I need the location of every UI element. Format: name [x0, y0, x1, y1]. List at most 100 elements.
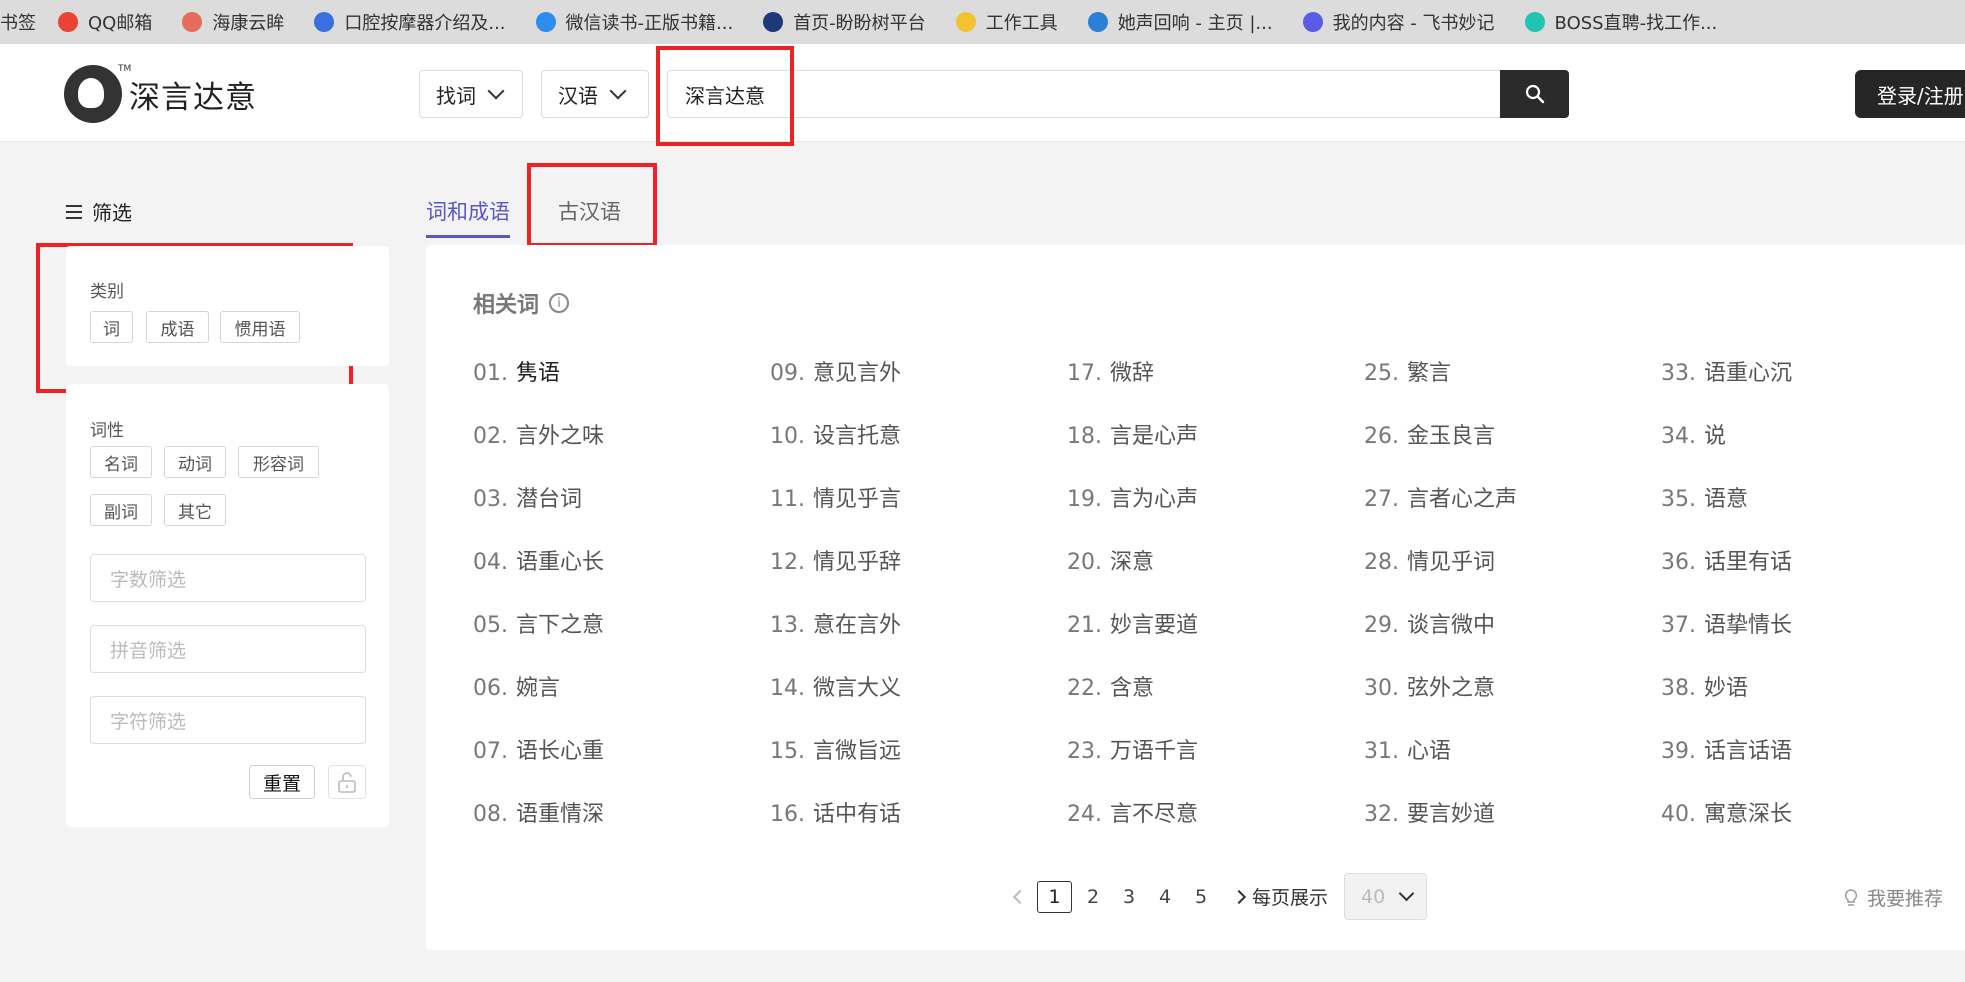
- related-word-item[interactable]: 28. 情见乎词: [1364, 544, 1495, 576]
- word-number: 40.: [1661, 802, 1696, 827]
- related-word-item[interactable]: 34. 说: [1661, 418, 1726, 450]
- related-word-item[interactable]: 01. 隽语: [473, 355, 560, 387]
- char-filter-input[interactable]: 字符筛选: [90, 696, 366, 744]
- related-word-item[interactable]: 17. 微辞: [1067, 355, 1154, 387]
- login-button[interactable]: 登录/注册: [1855, 70, 1965, 118]
- word-number: 33.: [1661, 361, 1696, 386]
- category-label: 类别: [90, 282, 124, 302]
- word-number: 32.: [1364, 802, 1399, 827]
- pos-tag-adverb[interactable]: 副词: [90, 494, 152, 526]
- related-word-item[interactable]: 09. 意见言外: [770, 355, 901, 387]
- word-number: 34.: [1661, 424, 1696, 449]
- related-word-item[interactable]: 08. 语重情深: [473, 796, 604, 828]
- related-word-item[interactable]: 10. 设言托意: [770, 418, 901, 450]
- bookmark-label: 她声回响 - 主页 |...: [1117, 13, 1273, 34]
- word-text: 语重情深: [516, 802, 605, 827]
- lock-button[interactable]: [328, 765, 366, 799]
- logo[interactable]: 深言达意: [64, 65, 257, 123]
- word-text: 情见乎辞: [813, 550, 902, 575]
- page-number[interactable]: 4: [1150, 881, 1180, 913]
- bookmark-item[interactable]: BOSS直聘-找工作...: [1524, 9, 1717, 35]
- related-word-item[interactable]: 33. 语重心沉: [1661, 355, 1792, 387]
- word-text: 意在言外: [813, 613, 902, 638]
- bookmark-item[interactable]: 书签: [0, 9, 36, 35]
- related-word-item[interactable]: 40. 寓意深长: [1661, 796, 1792, 828]
- related-word-item[interactable]: 31. 心语: [1364, 733, 1451, 765]
- bookmark-item[interactable]: 工作工具: [955, 9, 1058, 35]
- bookmark-item[interactable]: 首页-盼盼树平台: [763, 9, 926, 35]
- tab-classical-chinese[interactable]: 古汉语: [558, 196, 621, 226]
- related-word-item[interactable]: 14. 微言大义: [770, 670, 901, 702]
- related-word-item[interactable]: 39. 话言话语: [1661, 733, 1792, 765]
- word-text: 微辞: [1110, 361, 1155, 386]
- related-word-item[interactable]: 23. 万语千言: [1067, 733, 1198, 765]
- word-text: 话中有话: [813, 802, 902, 827]
- category-tag-common-phrase[interactable]: 惯用语: [220, 311, 300, 343]
- related-word-item[interactable]: 29. 谈言微中: [1364, 607, 1495, 639]
- related-word-item[interactable]: 11. 情见乎言: [770, 481, 901, 513]
- bookmark-item[interactable]: 口腔按摩器介绍及...: [314, 9, 506, 35]
- page-number[interactable]: 3: [1114, 881, 1144, 913]
- related-word-item[interactable]: 16. 话中有话: [770, 796, 901, 828]
- pos-tag-other[interactable]: 其它: [164, 494, 226, 526]
- bookmark-label: QQ邮箱: [88, 13, 153, 34]
- related-word-item[interactable]: 37. 语挚情长: [1661, 607, 1792, 639]
- char-count-filter-input[interactable]: 字数筛选: [90, 554, 366, 602]
- related-word-item[interactable]: 32. 要言妙道: [1364, 796, 1495, 828]
- related-word-item[interactable]: 03. 潜台词: [473, 481, 582, 513]
- page-number[interactable]: 5: [1186, 881, 1216, 913]
- bookmark-item[interactable]: 海康云眸: [182, 9, 284, 35]
- related-word-item[interactable]: 21. 妙言要道: [1067, 607, 1198, 639]
- related-word-item[interactable]: 02. 言外之味: [473, 418, 604, 450]
- bookmark-item[interactable]: 我的内容 - 飞书妙记: [1302, 9, 1495, 35]
- recommend-link[interactable]: 我要推荐: [1843, 884, 1943, 911]
- pinyin-filter-input[interactable]: 拼音筛选: [90, 625, 366, 673]
- related-word-item[interactable]: 18. 言是心声: [1067, 418, 1198, 450]
- language-select[interactable]: 汉语: [541, 70, 649, 118]
- tab-words-idioms[interactable]: 词和成语: [426, 196, 510, 226]
- bookmark-item[interactable]: 微信读书-正版书籍...: [535, 9, 733, 35]
- related-word-item[interactable]: 07. 语长心重: [473, 733, 604, 765]
- page-number[interactable]: 2: [1078, 881, 1108, 913]
- related-word-item[interactable]: 25. 繁言: [1364, 355, 1451, 387]
- search-button[interactable]: [1500, 70, 1569, 118]
- related-word-item[interactable]: 38. 妙语: [1661, 670, 1748, 702]
- word-number: 05.: [473, 613, 508, 638]
- related-word-item[interactable]: 22. 含意: [1067, 670, 1154, 702]
- related-word-item[interactable]: 06. 婉言: [473, 670, 560, 702]
- word-number: 16.: [770, 802, 805, 827]
- related-word-item[interactable]: 27. 言者心之声: [1364, 481, 1517, 513]
- related-word-item[interactable]: 13. 意在言外: [770, 607, 901, 639]
- bookmark-item[interactable]: 她声回响 - 主页 |...: [1087, 9, 1273, 35]
- word-text: 语重心沉: [1704, 361, 1793, 386]
- related-word-item[interactable]: 19. 言为心声: [1067, 481, 1198, 513]
- category-tag-idiom[interactable]: 成语: [146, 311, 209, 343]
- related-word-item[interactable]: 26. 金玉良言: [1364, 418, 1495, 450]
- word-text: 妙言要道: [1110, 613, 1199, 638]
- reset-button[interactable]: 重置: [249, 765, 315, 799]
- related-word-item[interactable]: 05. 言下之意: [473, 607, 604, 639]
- mode-select[interactable]: 找词: [419, 70, 523, 118]
- related-word-item[interactable]: 35. 语意: [1661, 481, 1748, 513]
- category-tag-word[interactable]: 词: [90, 311, 133, 343]
- related-word-item[interactable]: 36. 话里有话: [1661, 544, 1792, 576]
- word-number: 28.: [1364, 550, 1399, 575]
- related-word-item[interactable]: 04. 语重心长: [473, 544, 604, 576]
- search-input[interactable]: [667, 70, 1500, 118]
- related-word-item[interactable]: 15. 言微旨远: [770, 733, 901, 765]
- page-number[interactable]: 1: [1037, 880, 1072, 913]
- related-word-item[interactable]: 24. 言不尽意: [1067, 796, 1198, 828]
- related-word-item[interactable]: 20. 深意: [1067, 544, 1154, 576]
- related-words-title: 相关词: [473, 293, 540, 318]
- related-word-item[interactable]: 30. 弦外之意: [1364, 670, 1495, 702]
- info-icon[interactable]: i: [549, 293, 570, 313]
- next-page-icon[interactable]: [1231, 889, 1247, 904]
- word-text: 语挚情长: [1704, 613, 1793, 638]
- pos-tag-noun[interactable]: 名词: [90, 446, 152, 478]
- bookmark-item[interactable]: QQ邮箱: [58, 9, 152, 35]
- pos-tag-verb[interactable]: 动词: [164, 446, 226, 478]
- pos-tag-adjective[interactable]: 形容词: [238, 446, 319, 478]
- related-word-item[interactable]: 12. 情见乎辞: [770, 544, 901, 576]
- prev-page-icon[interactable]: [1012, 889, 1028, 904]
- per-page-select[interactable]: 40: [1344, 873, 1428, 920]
